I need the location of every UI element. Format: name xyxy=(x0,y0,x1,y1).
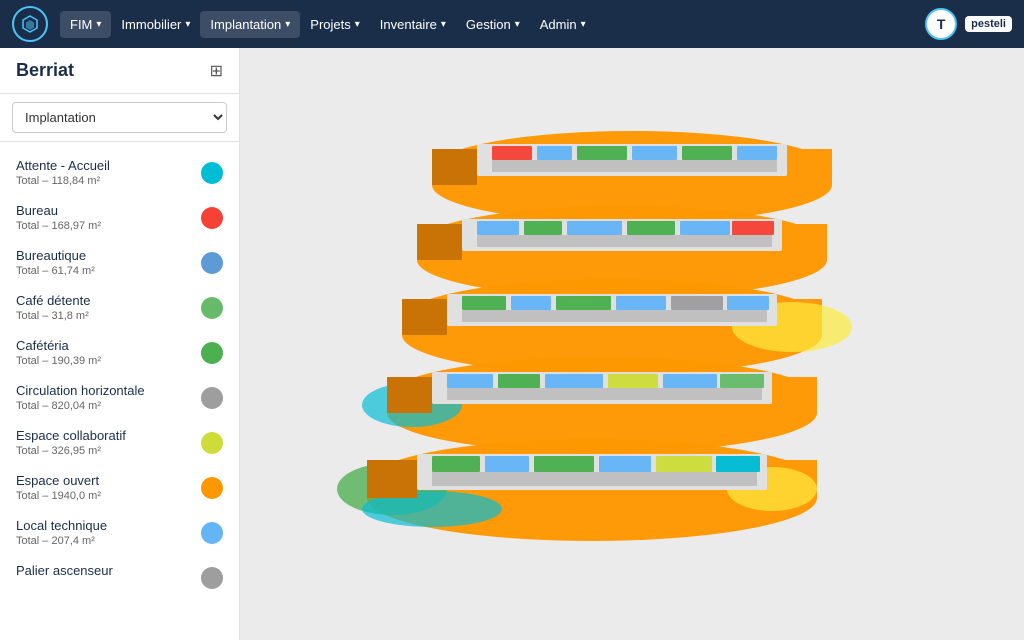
nav-item-gestion[interactable]: Gestion ▾ xyxy=(456,11,530,38)
legend-dot-attente-accueil xyxy=(201,162,223,184)
nav-chevron-projets: ▾ xyxy=(355,19,360,30)
nav-chevron-gestion: ▾ xyxy=(515,19,520,30)
legend-total-local-technique: Total – 207,4 m² xyxy=(16,535,191,547)
sidebar-dropdown-container: ImplantationVue 3DPlans xyxy=(0,94,239,142)
sidebar: Berriat ⊞ ImplantationVue 3DPlans Attent… xyxy=(0,48,240,640)
legend-text-palier-ascenseur: Palier ascenseur xyxy=(16,563,191,580)
legend-text-espace-collaboratif: Espace collaboratif Total – 326,95 m² xyxy=(16,428,191,457)
legend-item-bureautique[interactable]: Bureautique Total – 61,74 m² xyxy=(0,240,239,285)
legend-dot-bureau xyxy=(201,207,223,229)
implantation-select[interactable]: ImplantationVue 3DPlans xyxy=(12,102,227,133)
legend-text-bureautique: Bureautique Total – 61,74 m² xyxy=(16,248,191,277)
legend-total-circulation-horizontale: Total – 820,04 m² xyxy=(16,400,191,412)
legend-dot-cafeteria xyxy=(201,342,223,364)
sidebar-header: Berriat ⊞ xyxy=(0,48,239,94)
legend-item-bureau[interactable]: Bureau Total – 168,97 m² xyxy=(0,195,239,240)
legend-item-cafe-detente[interactable]: Café détente Total – 31,8 m² xyxy=(0,285,239,330)
grid-icon[interactable]: ⊞ xyxy=(210,61,223,81)
legend-name-cafe-detente: Café détente xyxy=(16,293,191,308)
nav-item-projets[interactable]: Projets ▾ xyxy=(300,11,370,38)
nav-item-fim[interactable]: FIM ▾ xyxy=(60,11,111,38)
nav-chevron-fim: ▾ xyxy=(96,19,101,30)
legend-item-circulation-horizontale[interactable]: Circulation horizontale Total – 820,04 m… xyxy=(0,375,239,420)
nav-item-immobilier[interactable]: Immobilier ▾ xyxy=(111,11,200,38)
nav-label-gestion: Gestion xyxy=(466,17,511,32)
legend-name-espace-ouvert: Espace ouvert xyxy=(16,473,191,488)
legend-item-espace-collaboratif[interactable]: Espace collaboratif Total – 326,95 m² xyxy=(0,420,239,465)
legend-item-cafeteria[interactable]: Cafétéria Total – 190,39 m² xyxy=(0,330,239,375)
nav-label-immobilier: Immobilier xyxy=(121,17,181,32)
legend-item-palier-ascenseur[interactable]: Palier ascenseur xyxy=(0,555,239,597)
legend-name-bureautique: Bureautique xyxy=(16,248,191,263)
nav-item-admin[interactable]: Admin ▾ xyxy=(530,11,596,38)
legend-item-local-technique[interactable]: Local technique Total – 207,4 m² xyxy=(0,510,239,555)
nav-chevron-immobilier: ▾ xyxy=(185,19,190,30)
legend-dot-palier-ascenseur xyxy=(201,567,223,589)
floorplan-container xyxy=(332,94,932,594)
nav-chevron-implantation: ▾ xyxy=(285,19,290,30)
legend-list: Attente - Accueil Total – 118,84 m² Bure… xyxy=(0,142,239,640)
legend-text-cafe-detente: Café détente Total – 31,8 m² xyxy=(16,293,191,322)
nav-label-admin: Admin xyxy=(540,17,577,32)
legend-text-attente-accueil: Attente - Accueil Total – 118,84 m² xyxy=(16,158,191,187)
legend-dot-espace-collaboratif xyxy=(201,432,223,454)
legend-item-attente-accueil[interactable]: Attente - Accueil Total – 118,84 m² xyxy=(0,150,239,195)
legend-name-local-technique: Local technique xyxy=(16,518,191,533)
nav-item-implantation[interactable]: Implantation ▾ xyxy=(200,11,300,38)
legend-name-attente-accueil: Attente - Accueil xyxy=(16,158,191,173)
legend-text-local-technique: Local technique Total – 207,4 m² xyxy=(16,518,191,547)
nav-label-inventaire: Inventaire xyxy=(380,17,437,32)
legend-name-cafeteria: Cafétéria xyxy=(16,338,191,353)
app-logo[interactable] xyxy=(12,6,48,42)
nav-chevron-inventaire: ▾ xyxy=(441,19,446,30)
nav-label-fim: FIM xyxy=(70,17,92,32)
legend-text-bureau: Bureau Total – 168,97 m² xyxy=(16,203,191,232)
nav-label-implantation: Implantation xyxy=(210,17,281,32)
content-area: Berriat ⊞ ImplantationVue 3DPlans Attent… xyxy=(0,48,1024,640)
legend-total-espace-collaboratif: Total – 326,95 m² xyxy=(16,445,191,457)
legend-dot-local-technique xyxy=(201,522,223,544)
legend-total-attente-accueil: Total – 118,84 m² xyxy=(16,175,191,187)
legend-total-cafe-detente: Total – 31,8 m² xyxy=(16,310,191,322)
legend-total-bureau: Total – 168,97 m² xyxy=(16,220,191,232)
legend-dot-circulation-horizontale xyxy=(201,387,223,409)
legend-text-circulation-horizontale: Circulation horizontale Total – 820,04 m… xyxy=(16,383,191,412)
floorplan-svg xyxy=(332,94,932,594)
brand-label: pesteli xyxy=(965,16,1012,32)
legend-text-espace-ouvert: Espace ouvert Total – 1940,0 m² xyxy=(16,473,191,502)
legend-text-cafeteria: Cafétéria Total – 190,39 m² xyxy=(16,338,191,367)
nav-item-inventaire[interactable]: Inventaire ▾ xyxy=(370,11,456,38)
main-view xyxy=(240,48,1024,640)
user-avatar[interactable]: T xyxy=(925,8,957,40)
legend-total-bureautique: Total – 61,74 m² xyxy=(16,265,191,277)
navbar: FIM▾Immobilier▾Implantation▾Projets▾Inve… xyxy=(0,0,1024,48)
legend-name-circulation-horizontale: Circulation horizontale xyxy=(16,383,191,398)
nav-chevron-admin: ▾ xyxy=(581,19,586,30)
legend-total-cafeteria: Total – 190,39 m² xyxy=(16,355,191,367)
legend-item-espace-ouvert[interactable]: Espace ouvert Total – 1940,0 m² xyxy=(0,465,239,510)
legend-dot-cafe-detente xyxy=(201,297,223,319)
legend-name-espace-collaboratif: Espace collaboratif xyxy=(16,428,191,443)
legend-total-espace-ouvert: Total – 1940,0 m² xyxy=(16,490,191,502)
legend-name-palier-ascenseur: Palier ascenseur xyxy=(16,563,191,578)
sidebar-title: Berriat xyxy=(16,60,74,81)
legend-dot-espace-ouvert xyxy=(201,477,223,499)
legend-name-bureau: Bureau xyxy=(16,203,191,218)
nav-label-projets: Projets xyxy=(310,17,350,32)
legend-dot-bureautique xyxy=(201,252,223,274)
